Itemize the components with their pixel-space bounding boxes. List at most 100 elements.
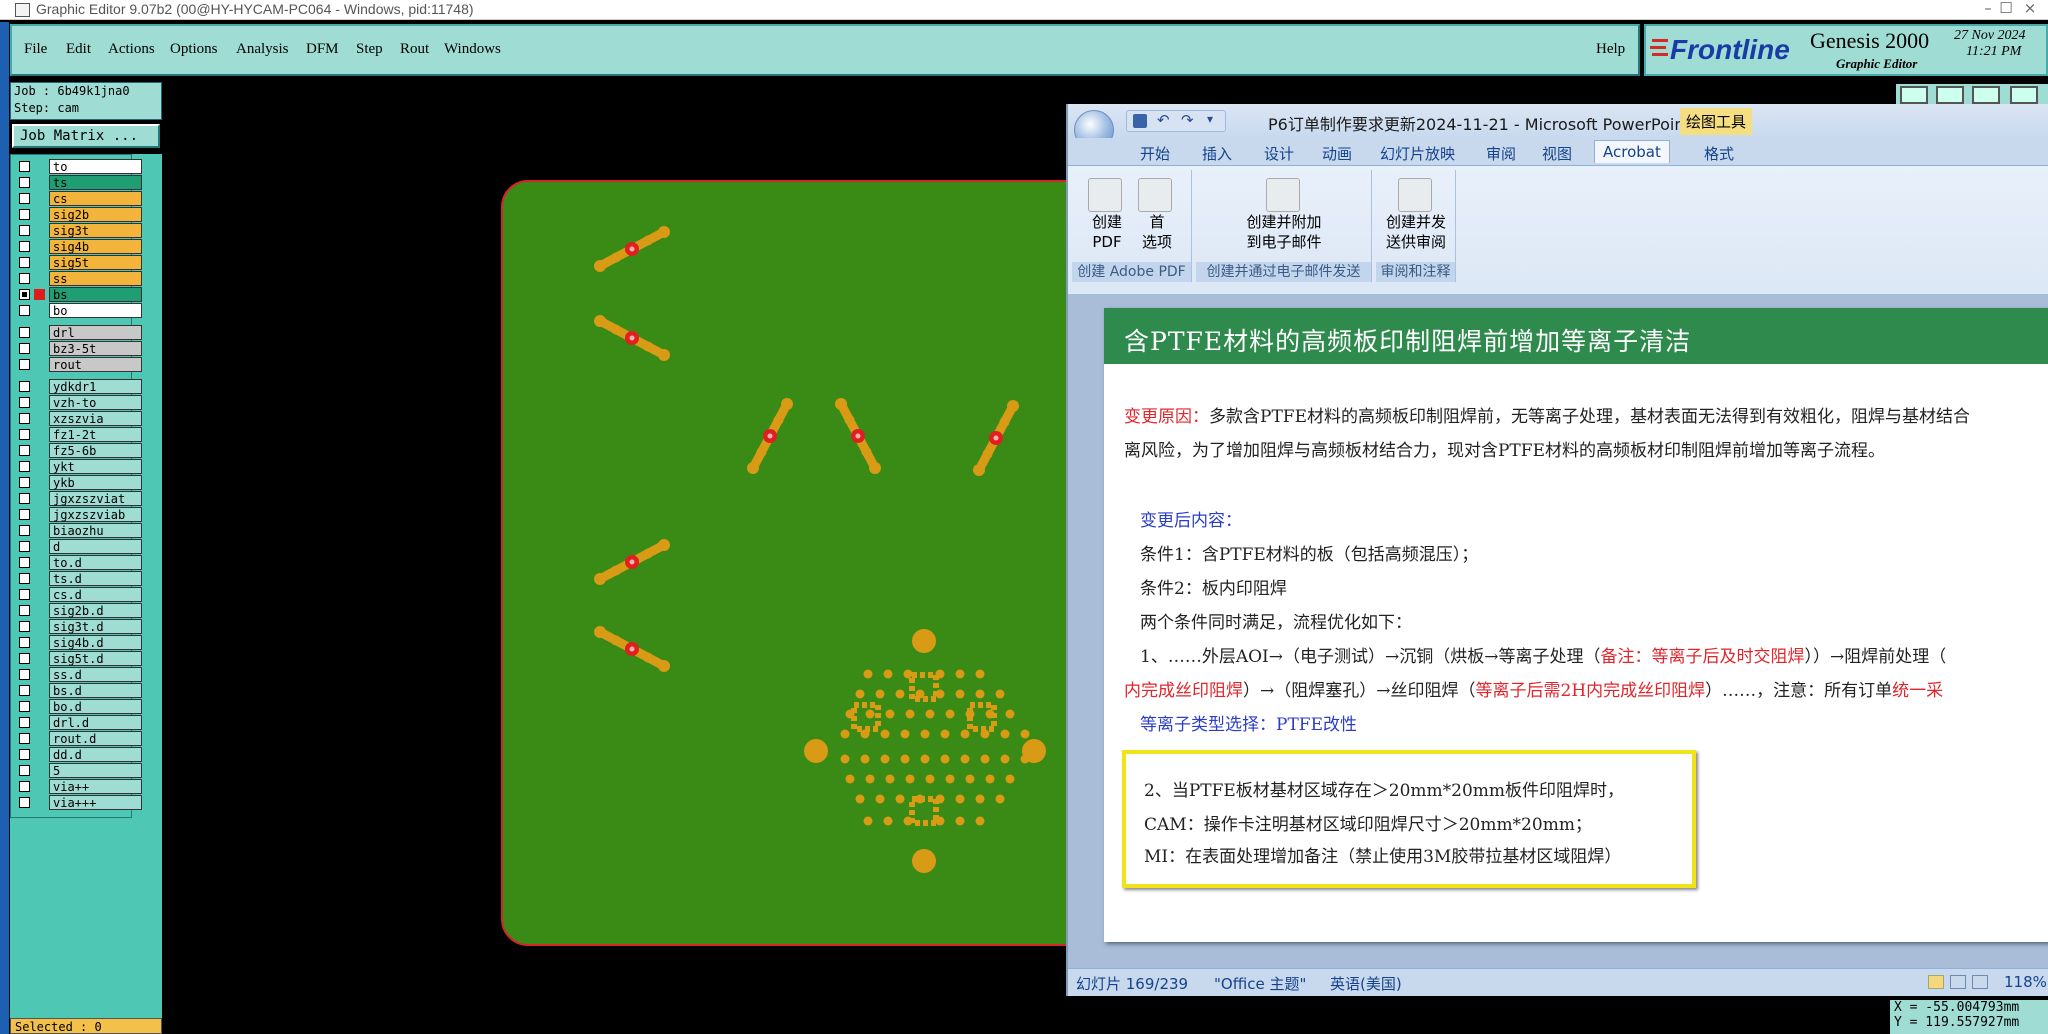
slide-title[interactable]: 含PTFE材料的高频板印制阻焊前增加等离子清洁 (1124, 322, 1691, 358)
layer-checkbox[interactable] (19, 397, 30, 408)
layer-checkbox[interactable] (19, 289, 30, 300)
layer-checkbox[interactable] (19, 701, 30, 712)
layer-name[interactable]: fz5-6b (49, 443, 142, 458)
layer-name[interactable]: vzh-to (49, 395, 142, 410)
layer-row[interactable]: rout (14, 357, 142, 372)
menu-rout[interactable]: Rout (400, 41, 429, 58)
layer-checkbox[interactable] (19, 685, 30, 696)
layer-name[interactable]: drl.d (49, 715, 142, 730)
layer-name[interactable]: ss (49, 271, 142, 286)
layer-name[interactable]: jgxzszviab (49, 507, 142, 522)
layer-row[interactable]: drl.d (14, 715, 142, 730)
layer-name[interactable]: sig3t.d (49, 619, 142, 634)
layer-name[interactable]: biaozhu (49, 523, 142, 538)
layer-row[interactable]: bs.d (14, 683, 142, 698)
tab-review[interactable]: 审阅 (1486, 143, 1516, 164)
layer-row[interactable]: sig4b (14, 239, 142, 254)
layer-name[interactable]: ykt (49, 459, 142, 474)
layer-name[interactable]: sig5t (49, 255, 142, 270)
create-pdf-button[interactable]: 创建 PDF (1082, 212, 1132, 252)
layer-checkbox[interactable] (19, 621, 30, 632)
layer-name[interactable]: sig4b (49, 239, 142, 254)
toolbar-zoom-icon[interactable] (1972, 86, 2000, 104)
menu-step[interactable]: Step (356, 41, 383, 58)
layer-row[interactable]: jgxzszviab (14, 507, 142, 522)
layer-name[interactable]: jgxzszviat (49, 491, 142, 506)
layer-row[interactable]: fz1-2t (14, 427, 142, 442)
layer-checkbox[interactable] (19, 413, 30, 424)
layer-row[interactable]: ts.d (14, 571, 142, 586)
layer-row[interactable]: via++ (14, 779, 142, 794)
normal-view-icon[interactable] (1928, 975, 1944, 989)
layer-name[interactable]: via+++ (49, 795, 142, 810)
layer-checkbox[interactable] (19, 637, 30, 648)
layer-row[interactable]: fz5-6b (14, 443, 142, 458)
zoom-level[interactable]: 118% (2004, 973, 2047, 991)
layer-checkbox[interactable] (19, 653, 30, 664)
tab-format[interactable]: 格式 (1704, 143, 1734, 164)
layer-checkbox[interactable] (19, 225, 30, 236)
layer-row[interactable]: ss (14, 271, 142, 286)
layer-name[interactable]: via++ (49, 779, 142, 794)
layer-name[interactable]: dd.d (49, 747, 142, 762)
layer-row[interactable]: biaozhu (14, 523, 142, 538)
redo-icon[interactable]: ↷ (1181, 111, 1194, 129)
layer-row[interactable]: drl (14, 325, 142, 340)
layer-row[interactable]: jgxzszviat (14, 491, 142, 506)
layer-checkbox[interactable] (19, 781, 30, 792)
layer-row[interactable]: d (14, 539, 142, 554)
layer-name[interactable]: sig4b.d (49, 635, 142, 650)
layer-name[interactable]: sig3t (49, 223, 142, 238)
layer-checkbox[interactable] (19, 493, 30, 504)
create-attach-email-button[interactable]: 创建并附加 到电子邮件 (1196, 212, 1372, 252)
layer-row[interactable]: ykb (14, 475, 142, 490)
layer-row[interactable]: dd.d (14, 747, 142, 762)
layer-row[interactable]: sig4b.d (14, 635, 142, 650)
layer-checkbox[interactable] (19, 717, 30, 728)
layer-checkbox[interactable] (19, 573, 30, 584)
layer-row[interactable]: vzh-to (14, 395, 142, 410)
layer-checkbox[interactable] (19, 273, 30, 284)
menu-options[interactable]: Options (170, 41, 218, 58)
layer-checkbox[interactable] (19, 445, 30, 456)
layer-name[interactable]: xzszvia (49, 411, 142, 426)
tab-home[interactable]: 开始 (1140, 143, 1170, 164)
menu-dfm[interactable]: DFM (306, 41, 339, 58)
layer-checkbox[interactable] (19, 669, 30, 680)
layer-name[interactable]: bs (49, 287, 142, 302)
layer-name[interactable]: drl (49, 325, 142, 340)
layer-name[interactable]: ss.d (49, 667, 142, 682)
preferences-button[interactable]: 首 选项 (1132, 212, 1182, 252)
layer-row[interactable]: via+++ (14, 795, 142, 810)
layer-row[interactable]: ykt (14, 459, 142, 474)
layer-row[interactable]: bo (14, 303, 142, 318)
pcb-graphic-canvas[interactable] (500, 179, 1070, 947)
layer-row[interactable]: ts (14, 175, 142, 190)
close-button[interactable]: × (2012, 0, 2048, 18)
layer-row[interactable]: sig2b.d (14, 603, 142, 618)
layer-checkbox[interactable] (19, 509, 30, 520)
layer-row[interactable]: bz3-5t (14, 341, 142, 356)
toolbar-window-icon[interactable] (1936, 86, 1964, 104)
layer-row[interactable]: sig3t (14, 223, 142, 238)
layer-checkbox[interactable] (19, 381, 30, 392)
layer-row[interactable]: rout.d (14, 731, 142, 746)
layer-row[interactable]: to (14, 159, 142, 174)
layer-checkbox[interactable] (19, 749, 30, 760)
layer-name[interactable]: ykb (49, 475, 142, 490)
job-matrix-button[interactable]: Job Matrix ... (12, 124, 160, 148)
layer-row[interactable]: xzszvia (14, 411, 142, 426)
layer-checkbox[interactable] (19, 733, 30, 744)
layer-row[interactable]: sig5t.d (14, 651, 142, 666)
layer-name[interactable]: cs (49, 191, 142, 206)
layer-checkbox[interactable] (19, 241, 30, 252)
menu-windows[interactable]: Windows (444, 41, 501, 58)
powerpoint-window[interactable]: ↶ ↷ ▾ P6订单制作要求更新2024-11-21 - Microsoft P… (1066, 104, 2048, 996)
layer-name[interactable]: sig2b.d (49, 603, 142, 618)
layer-name[interactable]: d (49, 539, 142, 554)
layer-name[interactable]: bz3-5t (49, 341, 142, 356)
layer-checkbox[interactable] (19, 557, 30, 568)
layer-row[interactable]: bo.d (14, 699, 142, 714)
layer-row[interactable]: sig5t (14, 255, 142, 270)
layer-checkbox[interactable] (19, 541, 30, 552)
